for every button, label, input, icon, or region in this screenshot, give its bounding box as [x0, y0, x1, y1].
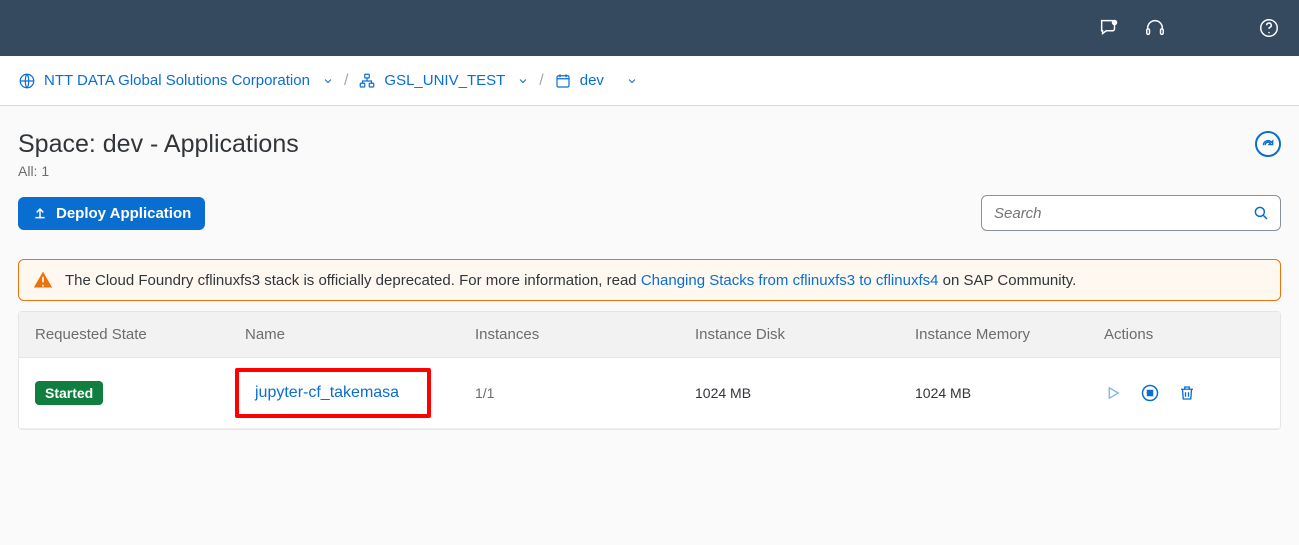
delete-icon[interactable] [1178, 384, 1196, 402]
count-label: All: 1 [18, 163, 1281, 179]
stop-icon[interactable] [1140, 383, 1160, 403]
upload-icon [32, 205, 48, 221]
cell-instances: 1/1 [475, 385, 695, 401]
breadcrumb-org-label: NTT DATA Global Solutions Corporation [44, 72, 310, 89]
col-header-instances: Instances [475, 326, 695, 343]
cell-memory: 1024 MB [915, 385, 1104, 401]
globe-icon [18, 72, 36, 90]
col-header-name: Name [245, 326, 475, 343]
cell-name: jupyter-cf_takemasa [245, 380, 475, 406]
chevron-down-icon [322, 75, 334, 87]
status-indicator-button[interactable] [1255, 131, 1281, 157]
app-name-link[interactable]: jupyter-cf_takemasa [249, 380, 405, 405]
breadcrumb-separator: / [539, 72, 543, 90]
org-hierarchy-icon [358, 72, 376, 90]
cell-state: Started [35, 381, 245, 405]
chevron-down-icon [626, 75, 638, 87]
warning-icon [33, 270, 53, 290]
warning-text-before: The Cloud Foundry cflinuxfs3 stack is of… [65, 272, 641, 289]
support-headset-icon[interactable] [1143, 16, 1167, 40]
table-header: Requested State Name Instances Instance … [19, 312, 1280, 358]
col-header-actions: Actions [1104, 326, 1264, 343]
applications-table: Requested State Name Instances Instance … [18, 311, 1281, 430]
status-badge: Started [35, 381, 103, 405]
col-header-state: Requested State [35, 326, 245, 343]
breadcrumb-separator: / [344, 72, 348, 90]
breadcrumb-subaccount-label: GSL_UNIV_TEST [384, 72, 505, 89]
table-row: Started jupyter-cf_takemasa 1/1 1024 MB … [19, 358, 1280, 429]
search-input[interactable] [992, 204, 1252, 223]
cell-disk: 1024 MB [695, 385, 915, 401]
shell-header [0, 0, 1299, 56]
col-header-memory: Instance Memory [915, 326, 1104, 343]
cell-actions [1104, 383, 1264, 403]
breadcrumb: NTT DATA Global Solutions Corporation / … [0, 56, 1299, 106]
start-icon[interactable] [1104, 384, 1122, 402]
breadcrumb-org[interactable]: NTT DATA Global Solutions Corporation [18, 72, 334, 90]
warning-text-after: on SAP Community. [938, 272, 1076, 289]
chevron-down-icon [517, 75, 529, 87]
deploy-application-button[interactable]: Deploy Application [18, 197, 205, 230]
feedback-icon[interactable] [1097, 16, 1121, 40]
search-input-wrapper[interactable] [981, 195, 1281, 231]
highlight-box: jupyter-cf_takemasa [235, 368, 431, 418]
page-title: Space: dev - Applications [18, 130, 299, 159]
warning-link[interactable]: Changing Stacks from cflinuxfs3 to cflin… [641, 272, 939, 289]
breadcrumb-space[interactable]: dev [554, 72, 638, 90]
help-icon[interactable] [1257, 16, 1281, 40]
deploy-button-label: Deploy Application [56, 205, 191, 222]
col-header-disk: Instance Disk [695, 326, 915, 343]
calendar-icon [554, 72, 572, 90]
breadcrumb-space-label: dev [580, 72, 604, 89]
deprecation-warning: The Cloud Foundry cflinuxfs3 stack is of… [18, 259, 1281, 301]
search-icon[interactable] [1252, 204, 1270, 222]
breadcrumb-subaccount[interactable]: GSL_UNIV_TEST [358, 72, 529, 90]
warning-text: The Cloud Foundry cflinuxfs3 stack is of… [65, 272, 1076, 289]
